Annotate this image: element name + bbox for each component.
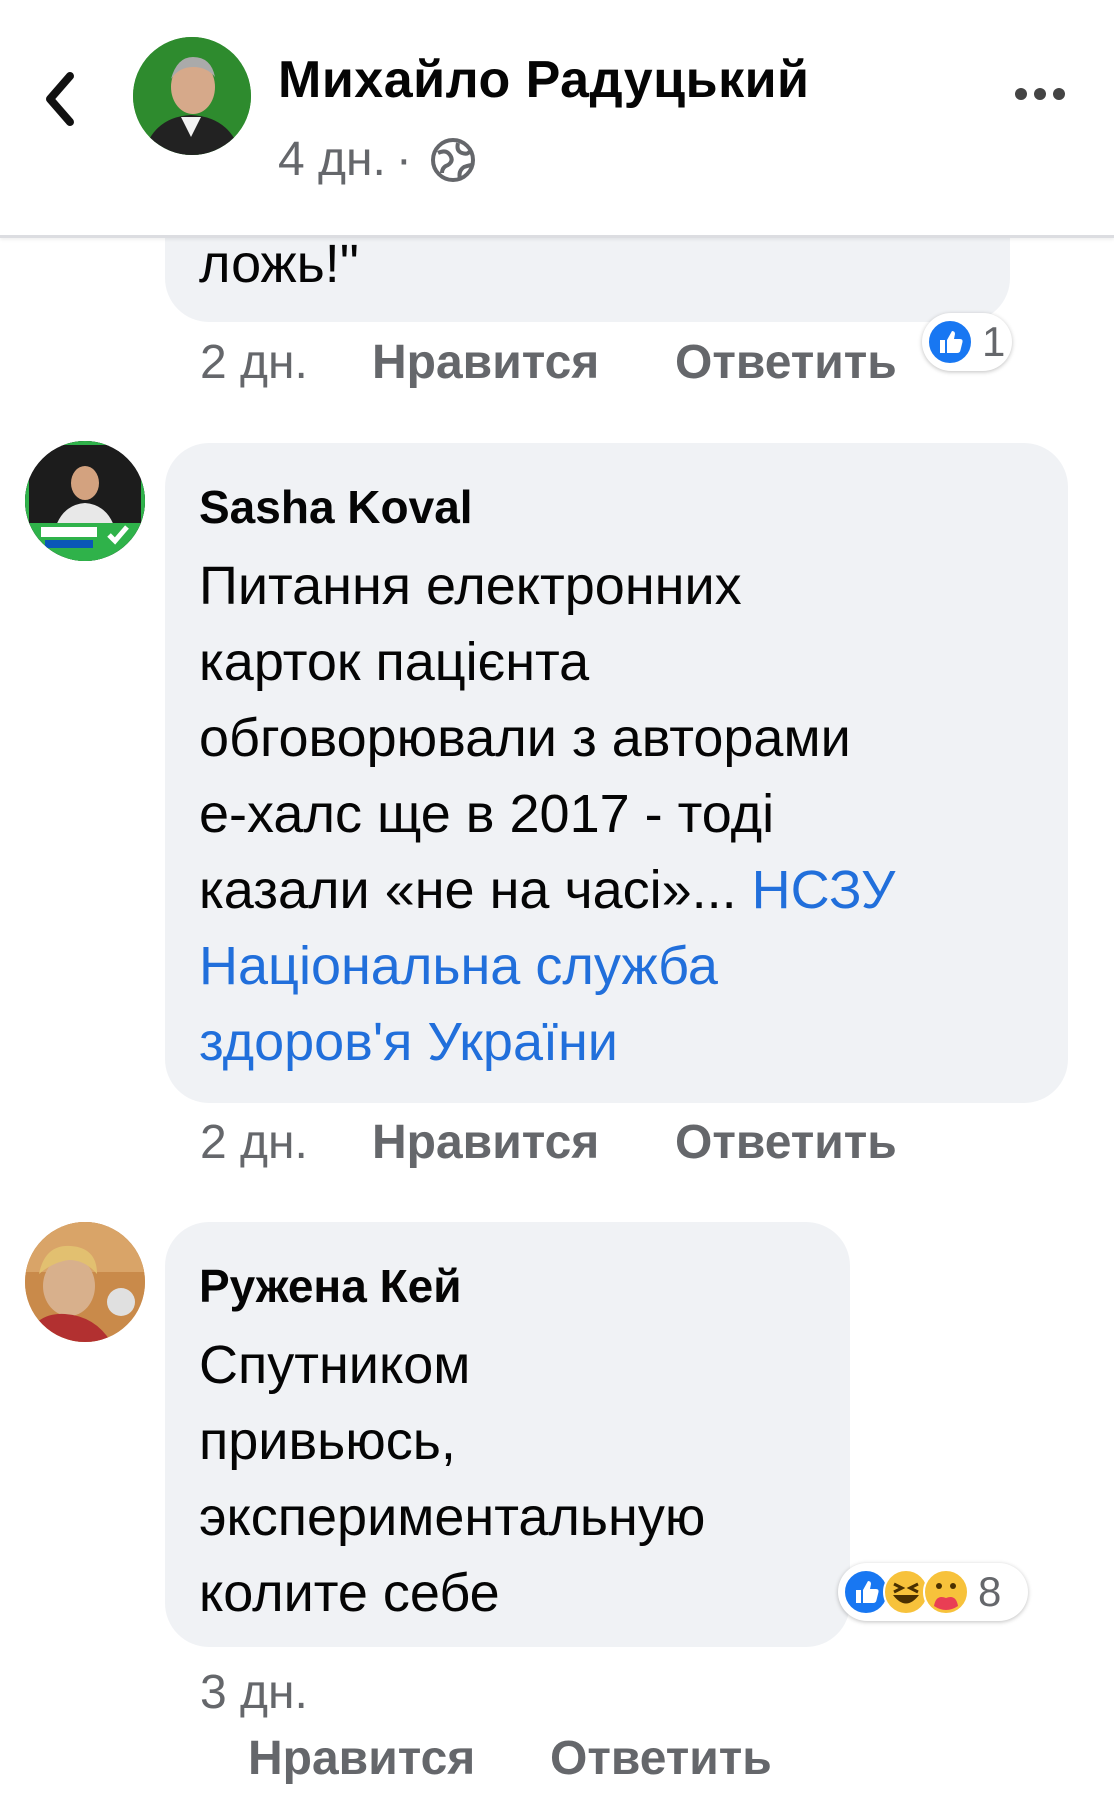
like-button[interactable]: Нравится	[372, 1115, 599, 1170]
ruzhena-avatar-photo	[25, 1222, 145, 1342]
chevron-left-icon[interactable]	[38, 64, 82, 134]
comment-time[interactable]: 2 дн.	[200, 335, 308, 390]
post-header: Михайло Радуцький 4 дн. ·	[0, 0, 1114, 238]
comment-author[interactable]: Ружена Кей	[199, 1259, 462, 1313]
post-meta: 4 дн. ·	[278, 132, 478, 187]
mention-link-line[interactable]: Національна служба	[199, 928, 718, 1004]
author-photo	[133, 37, 251, 155]
reply-button[interactable]: Ответить	[675, 1115, 897, 1170]
comment-line: е-халс ще в 2017 - тоді	[199, 784, 775, 844]
mention-link-nszu[interactable]: НСЗУ	[752, 860, 896, 920]
comment-line: карток пацієнта	[199, 632, 590, 692]
commenter-avatar[interactable]	[25, 441, 145, 561]
comment-line: обговорювали з авторами	[199, 708, 851, 768]
comment-bubble: Ружена Кей Спутником привьюсь, экспериме…	[165, 1222, 850, 1647]
reactions-summary[interactable]: 1	[922, 313, 1012, 371]
meta-separator: ·	[395, 133, 412, 186]
comment-actions: 3 дн. Нравится Ответить	[200, 1665, 920, 1805]
post-author-name[interactable]: Михайло Радуцький	[278, 50, 810, 110]
reaction-count: 8	[978, 1568, 1002, 1615]
comment-line: колите себе	[199, 1563, 500, 1623]
comment-time[interactable]: 3 дн.	[200, 1665, 308, 1720]
comment-line: Спутником	[199, 1335, 471, 1395]
like-button[interactable]: Нравится	[372, 335, 599, 390]
comment-actions: 2 дн. Нравится Ответить	[200, 1115, 920, 1175]
reply-button[interactable]: Ответить	[550, 1731, 772, 1786]
comment-line: Питання електронних	[199, 556, 742, 616]
post-time[interactable]: 4 дн.	[278, 132, 386, 187]
comment-time[interactable]: 2 дн.	[200, 1115, 308, 1170]
like-button[interactable]: Нравится	[248, 1731, 475, 1786]
reaction-count: 1	[982, 318, 1006, 365]
care-icon	[923, 1569, 969, 1615]
comment-actions: 2 дн. Нравится Ответить	[200, 335, 920, 395]
comment-line: экспериментальную	[199, 1487, 706, 1547]
comment-line-text: казали «не на часі»...	[199, 860, 752, 920]
commenter-avatar[interactable]	[25, 1222, 145, 1342]
comment-author[interactable]: Sasha Koval	[199, 480, 473, 534]
comment-line: привьюсь,	[199, 1411, 456, 1471]
mention-link-line[interactable]: здоров'я України	[199, 1004, 618, 1080]
more-horizontal-icon[interactable]	[1014, 84, 1066, 104]
sasha-avatar-photo	[25, 441, 145, 561]
globe-icon	[430, 137, 475, 182]
comment-bubble: Sasha Koval Питання електронних карток п…	[165, 443, 1068, 1103]
like-icon	[927, 319, 973, 365]
comment-text: ложь!"	[199, 234, 359, 294]
comment-line: казали «не на часі»... НСЗУ	[199, 852, 895, 928]
reactions-summary[interactable]: 8	[838, 1563, 1028, 1621]
reply-button[interactable]: Ответить	[675, 335, 897, 390]
author-avatar[interactable]	[133, 37, 251, 155]
